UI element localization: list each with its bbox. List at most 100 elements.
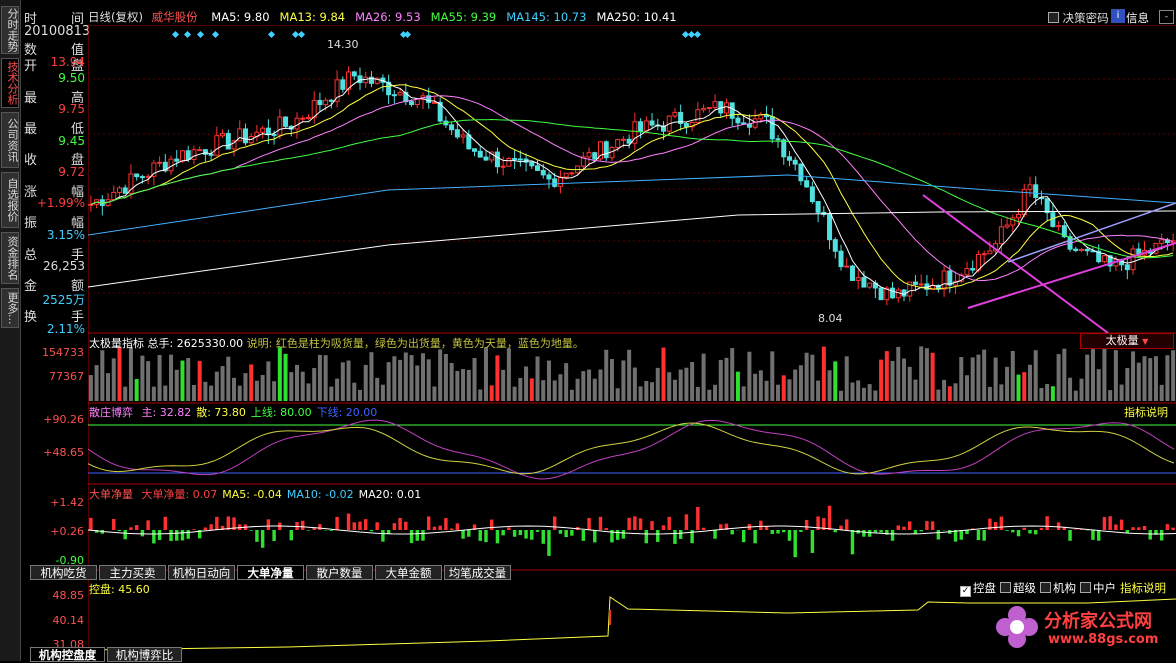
candle-body — [816, 202, 820, 213]
big-order-bar — [851, 530, 854, 554]
volume-bar — [673, 380, 677, 401]
checkbox-icon[interactable] — [1048, 12, 1059, 23]
candle-body — [295, 118, 299, 129]
big-order-bar — [753, 530, 756, 543]
candle-body — [123, 188, 127, 193]
checkbox-icon[interactable] — [1080, 582, 1091, 593]
candle-body — [352, 72, 356, 76]
volume-title: 太极量指标 — [89, 337, 144, 350]
tab-4[interactable]: 散户数量 — [306, 565, 373, 580]
candle-body — [988, 251, 992, 254]
big-order-bar — [1166, 524, 1169, 530]
tab-6[interactable]: 均笔成交量 — [444, 565, 511, 580]
checkbox-icon[interactable] — [1000, 582, 1011, 593]
big-order-bar — [404, 522, 407, 530]
left-tab-4[interactable]: 资金排名 — [1, 232, 19, 284]
volume-bar — [1148, 358, 1152, 401]
volume-bar — [541, 380, 545, 401]
candle-body — [518, 159, 522, 160]
stock-name[interactable]: 威华股份 — [152, 10, 198, 24]
ctrl-axis-mid: 40.14 — [18, 614, 84, 627]
tab-1[interactable]: 主力买卖 — [99, 565, 166, 580]
left-tab-0[interactable]: 分时走势 — [1, 6, 19, 54]
big-order-bar — [307, 530, 310, 531]
volume-bar — [158, 355, 162, 401]
ctrl-help-link[interactable]: 指标说明 — [1120, 581, 1166, 595]
legend-item: 散: 73.80 — [196, 406, 246, 419]
big-order-bar — [834, 530, 837, 532]
decision-checkbox[interactable]: 决策密码 — [1048, 10, 1109, 26]
candle-body — [799, 164, 803, 181]
signal-diamond — [172, 31, 179, 38]
left-tab-5[interactable]: 更多... — [1, 288, 19, 328]
big-title: 大单净量 — [89, 488, 133, 501]
tab-5[interactable]: 大单金额 — [375, 565, 442, 580]
ma-line — [91, 78, 1173, 294]
legend-item: MA13: 9.84 — [280, 10, 346, 24]
big-order-bar — [782, 530, 785, 532]
tab-3[interactable]: 大单净量 — [237, 565, 304, 580]
volume-bar — [266, 361, 270, 401]
volume-bar — [318, 355, 322, 401]
candle-body — [198, 150, 202, 151]
candle-body — [810, 187, 814, 202]
info-button[interactable]: 信息 — [1126, 10, 1149, 26]
candle-body — [1005, 225, 1009, 227]
volume-bar — [100, 350, 104, 401]
checkbox-icon[interactable] — [1040, 582, 1051, 593]
candle-body — [593, 153, 597, 159]
candle-body — [392, 95, 396, 96]
candle-body — [999, 227, 1003, 244]
tab-0[interactable]: 机构吃货 — [30, 565, 97, 580]
signal-diamond — [268, 31, 275, 38]
volume-bar — [1160, 385, 1164, 401]
tab-0[interactable]: 机构控盘度 — [30, 647, 105, 662]
candle-body — [541, 170, 545, 174]
big-order-bar — [868, 530, 871, 537]
volume-bar — [352, 383, 356, 401]
checkbox-icon[interactable]: ✓ — [960, 586, 971, 597]
big-order-bar — [845, 519, 848, 530]
big-order-bar — [622, 530, 625, 539]
big-order-bar — [759, 521, 762, 530]
big-order-bar — [393, 523, 396, 530]
big-order-bar — [994, 522, 997, 530]
game-help-link[interactable]: 指标说明 — [1124, 404, 1168, 420]
volume-bar — [243, 373, 247, 401]
big-order-bar — [261, 530, 264, 548]
big-order-bar — [587, 518, 590, 530]
candle-body — [192, 150, 196, 160]
volume-bar — [753, 374, 757, 401]
left-tab-2[interactable]: 公司资讯 — [1, 112, 19, 168]
volume-bar — [971, 357, 975, 401]
ma-line — [91, 96, 1173, 281]
left-tab-1[interactable]: 技术分析 — [1, 58, 19, 108]
big-order-bar — [793, 530, 796, 557]
big-order-bar — [593, 530, 596, 542]
big-order-bar — [765, 526, 768, 530]
tab-2[interactable]: 机构日动向 — [168, 565, 235, 580]
collapse-icon[interactable]: - — [1159, 10, 1174, 24]
trend-line — [923, 195, 1108, 333]
candle-body — [971, 269, 975, 271]
candle-body — [891, 288, 895, 298]
big-order-bar — [1143, 526, 1146, 530]
flower-logo-icon — [992, 602, 1042, 652]
option-label: 超级 — [1013, 581, 1036, 595]
big-order-bar — [335, 517, 338, 530]
volume-bar — [335, 379, 339, 401]
volume-bar — [988, 387, 992, 401]
big-order-bar — [679, 530, 682, 539]
big-order-bar — [427, 516, 430, 530]
candle-body — [484, 157, 488, 160]
big-order-bar — [192, 529, 195, 530]
candle-body — [845, 266, 849, 267]
candle-body — [1080, 249, 1084, 250]
left-tab-3[interactable]: 自选报价 — [1, 172, 19, 228]
info-icon[interactable]: i — [1111, 9, 1125, 23]
data-value: 26,253 — [43, 259, 85, 273]
period-label[interactable]: 日线(复权) — [88, 10, 143, 24]
legend-item: MA20: 0.01 — [359, 488, 422, 501]
indicator-selector[interactable]: 太极量 ▼ — [1080, 333, 1174, 349]
tab-1[interactable]: 机构博弈比 — [107, 647, 182, 662]
